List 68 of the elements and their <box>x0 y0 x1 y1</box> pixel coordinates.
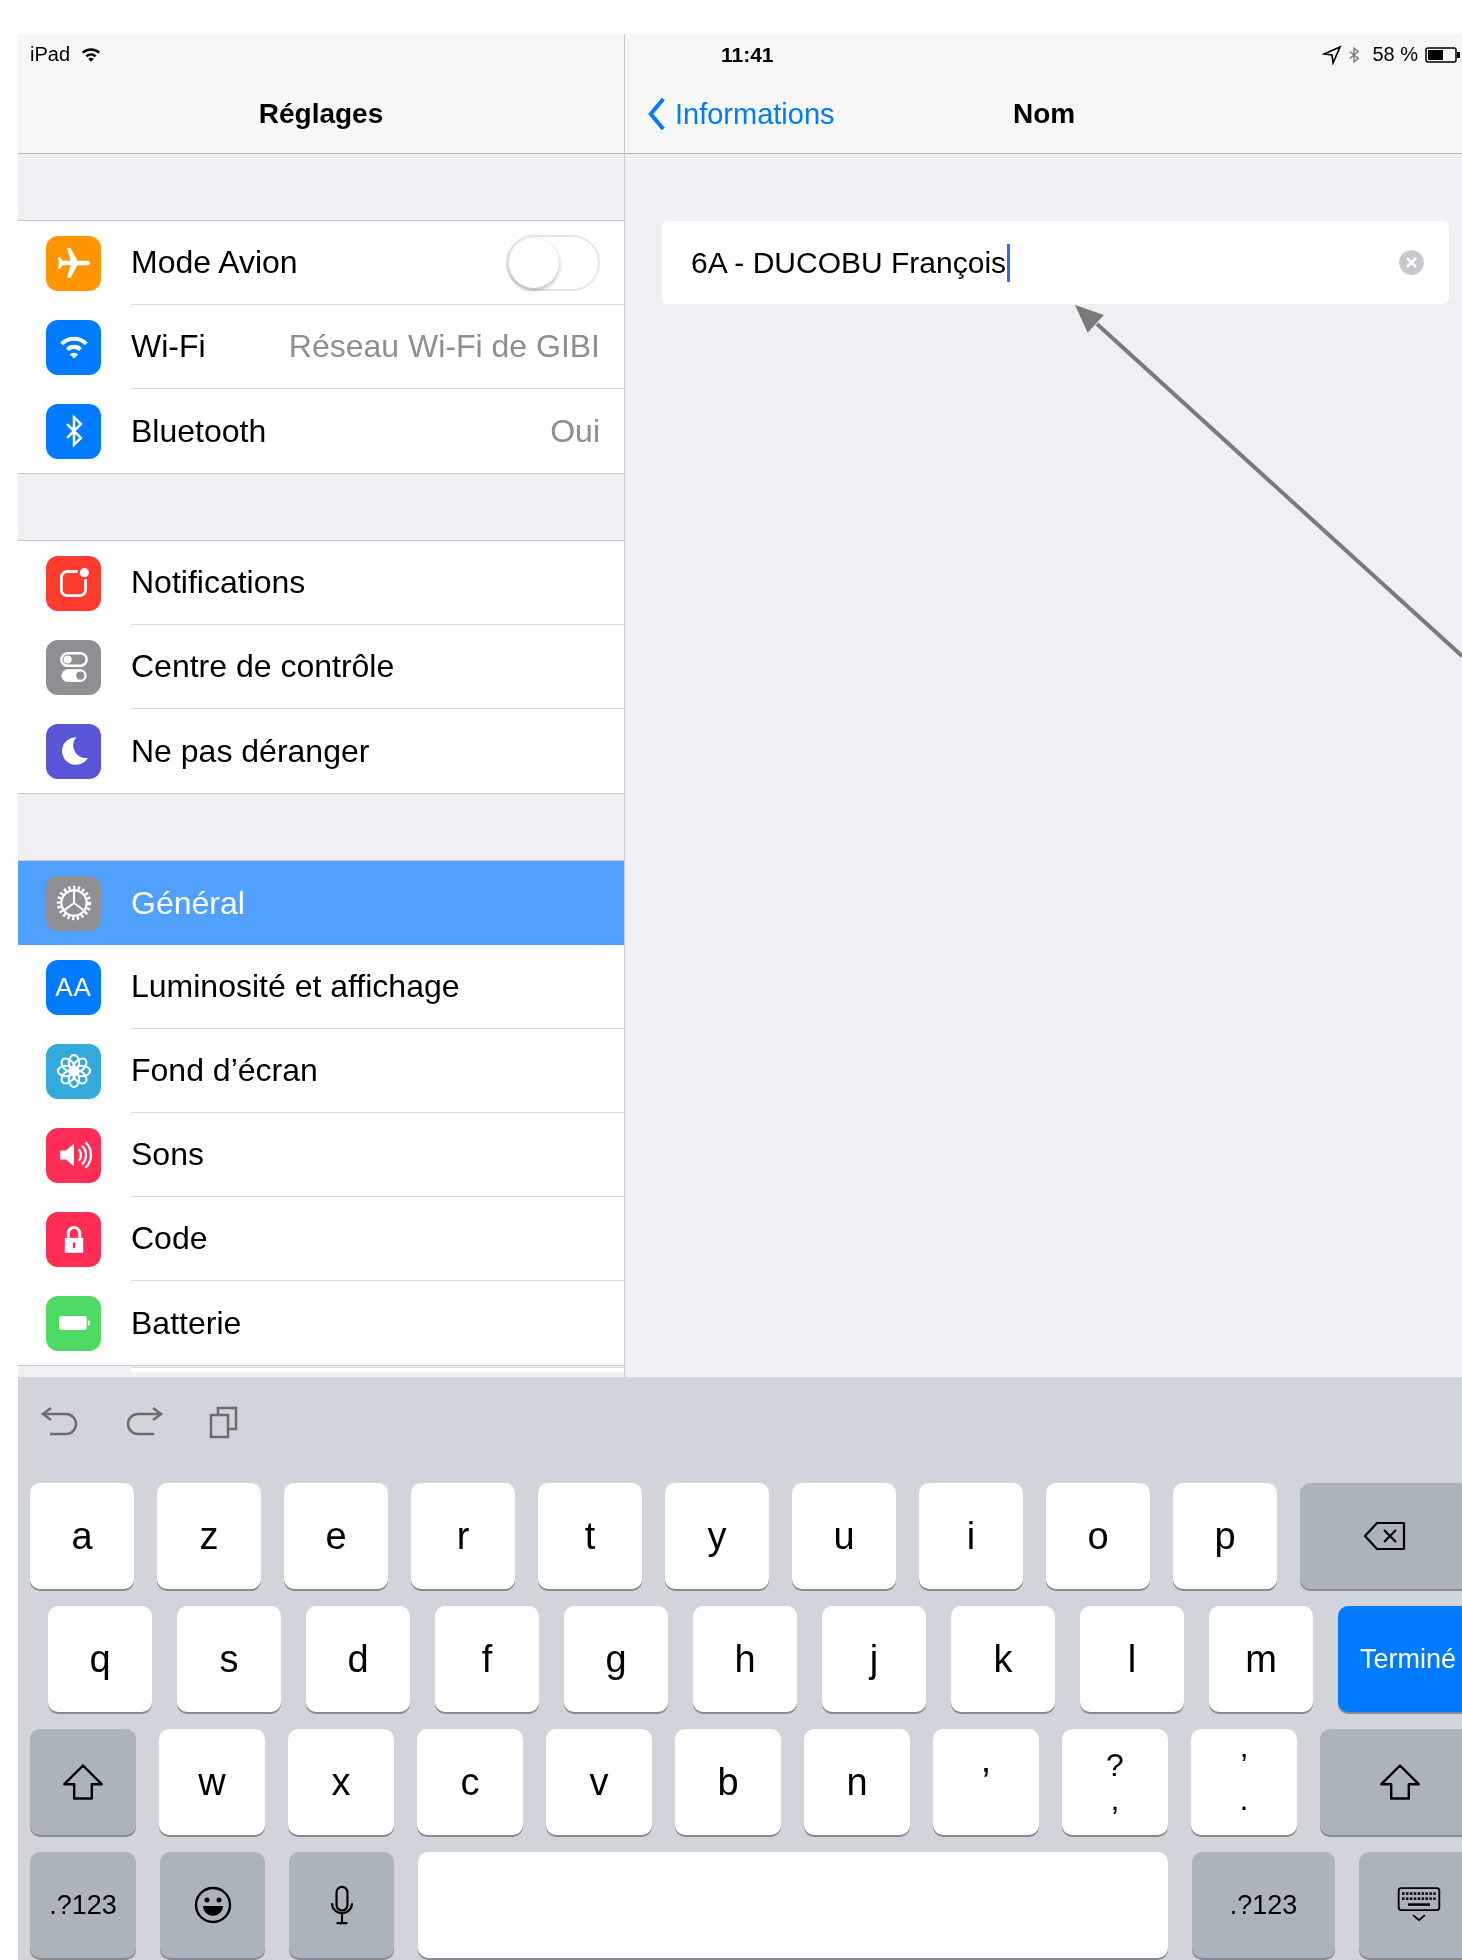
key[interactable]: e <box>284 1483 388 1589</box>
done-key[interactable]: Terminé <box>1338 1606 1462 1712</box>
redo-icon[interactable] <box>124 1405 164 1438</box>
setting-label: Wi-Fi <box>131 328 206 365</box>
key[interactable]: x <box>288 1729 394 1835</box>
key[interactable]: ’ <box>933 1729 1039 1835</box>
key[interactable]: r <box>411 1483 515 1589</box>
shift-key[interactable] <box>30 1729 136 1835</box>
key[interactable]: w <box>159 1729 265 1835</box>
hide-keyboard-key[interactable] <box>1359 1852 1462 1958</box>
key[interactable]: v <box>546 1729 652 1835</box>
location-arrow-icon <box>1322 44 1343 65</box>
key[interactable]: u <box>792 1483 896 1589</box>
setting-label: Ne pas déranger <box>131 732 370 770</box>
clock: 11:41 <box>721 42 774 67</box>
setting-value: Réseau Wi-Fi de GIBI <box>288 328 600 365</box>
setting-value: Oui <box>550 412 600 450</box>
key[interactable]: o <box>1046 1483 1150 1589</box>
key[interactable]: y <box>665 1483 769 1589</box>
shift-icon <box>1378 1762 1422 1802</box>
key[interactable]: z <box>157 1483 261 1589</box>
key[interactable]: p <box>1173 1483 1277 1589</box>
key[interactable]: ’ . <box>1191 1729 1297 1835</box>
setting-label: Batterie <box>131 1304 242 1342</box>
key[interactable]: c <box>417 1729 523 1835</box>
shift-key[interactable] <box>1320 1729 1462 1835</box>
microphone-key[interactable] <box>289 1852 394 1958</box>
setting-label: Sons <box>131 1136 204 1173</box>
setting-label: Centre de contrôle <box>131 648 395 685</box>
battery-icon <box>1424 45 1462 64</box>
setting-label: Général <box>131 884 245 922</box>
key[interactable]: ? , <box>1062 1729 1168 1835</box>
key[interactable]: h <box>693 1606 797 1712</box>
text-size-icon: AA <box>46 959 101 1015</box>
setting-label: Fond d’écran <box>131 1052 318 1089</box>
setting-label: Mode Avion <box>131 244 298 281</box>
numbers-key[interactable]: .?123 <box>1192 1852 1335 1958</box>
key[interactable]: d <box>306 1606 410 1712</box>
key[interactable]: n <box>804 1729 910 1835</box>
sidebar-title: Réglages <box>258 98 384 130</box>
device-name: iPad <box>30 43 71 66</box>
shift-icon <box>61 1762 105 1802</box>
chevron-icon <box>647 96 667 132</box>
setting-label: Luminosité et affichage <box>131 968 460 1005</box>
back-button[interactable]: Informations <box>647 96 835 132</box>
key[interactable]: j <box>822 1606 926 1712</box>
numbers-key[interactable]: .?123 <box>30 1852 136 1958</box>
emoji-key[interactable] <box>160 1852 265 1958</box>
setting-label: Bluetooth <box>131 412 267 450</box>
wifi-icon <box>80 46 103 63</box>
key[interactable]: l <box>1080 1606 1184 1712</box>
toggle-switch[interactable] <box>506 234 600 291</box>
key[interactable]: i <box>919 1483 1023 1589</box>
key[interactable]: m <box>1209 1606 1313 1712</box>
setting-label: Notifications <box>131 564 306 601</box>
key[interactable]: k <box>951 1606 1055 1712</box>
key[interactable]: s <box>177 1606 281 1712</box>
key[interactable]: a <box>30 1483 134 1589</box>
key[interactable]: g <box>564 1606 668 1712</box>
key[interactable]: q <box>48 1606 152 1712</box>
page-title: Nom <box>1013 98 1076 130</box>
name-field[interactable]: 6A - DUCOBU François <box>662 221 1449 304</box>
key[interactable]: b <box>675 1729 781 1835</box>
undo-icon[interactable] <box>40 1405 80 1438</box>
key[interactable]: f <box>435 1606 539 1712</box>
key[interactable]: t <box>538 1483 642 1589</box>
setting-label: Code <box>131 1220 208 1257</box>
battery-percent: 58 % <box>1372 43 1418 66</box>
